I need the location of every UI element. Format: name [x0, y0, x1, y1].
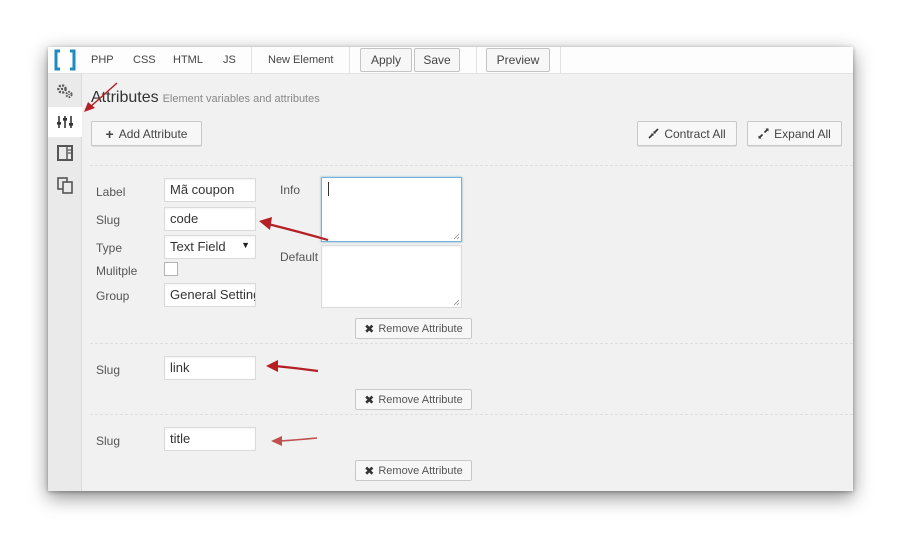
sidebar-item-copy[interactable]: [48, 170, 82, 200]
save-button[interactable]: Save: [414, 48, 460, 72]
default-textarea[interactable]: [321, 245, 462, 308]
expand-icon: [758, 128, 769, 139]
resize-grip-icon[interactable]: [453, 299, 460, 306]
remove-attribute-button[interactable]: ✖ Remove Attribute: [355, 460, 472, 481]
contract-all-button[interactable]: Contract All: [637, 121, 737, 146]
toolbar-divider: [560, 47, 561, 74]
type-label: Type: [96, 241, 123, 255]
slug-input[interactable]: title: [164, 427, 256, 451]
main-panel: Attributes Element variables and attribut…: [82, 74, 853, 491]
info-textarea[interactable]: [321, 177, 462, 242]
contract-icon: [648, 128, 659, 139]
remove-attribute-label: Remove Attribute: [378, 322, 463, 335]
page-title-text: Attributes: [91, 89, 159, 106]
top-toolbar: PHP CSS HTML JS New Element Apply Save P…: [48, 47, 853, 74]
close-icon: ✖: [364, 321, 375, 336]
add-attribute-button[interactable]: + Add Attribute: [91, 121, 202, 146]
multiple-checkbox[interactable]: [164, 262, 178, 276]
divider: [90, 414, 853, 415]
layout-icon: [57, 145, 73, 161]
sliders-icon: [57, 116, 73, 128]
apply-button[interactable]: Apply: [360, 48, 412, 72]
sidebar-item-layout[interactable]: [48, 138, 82, 168]
type-select[interactable]: Text Field ▼: [164, 235, 256, 259]
sidebar-item-attributes[interactable]: [48, 107, 82, 137]
sidebar: [48, 74, 82, 491]
remove-attribute-label: Remove Attribute: [378, 393, 463, 406]
page-title: Attributes Element variables and attribut…: [91, 89, 320, 107]
close-icon: ✖: [364, 392, 375, 407]
caret-down-icon: ▼: [241, 240, 250, 250]
toolbar-divider: [349, 47, 350, 74]
close-icon: ✖: [364, 463, 375, 478]
info-label: Info: [280, 183, 301, 197]
label-input[interactable]: Mã coupon: [164, 178, 256, 202]
tab-html[interactable]: HTML: [173, 54, 203, 66]
tab-php[interactable]: PHP: [91, 54, 114, 66]
resize-grip-icon[interactable]: [453, 233, 460, 240]
remove-attribute-button[interactable]: ✖ Remove Attribute: [355, 389, 472, 410]
brackets-logo-icon: [54, 49, 76, 71]
add-attribute-label: Add Attribute: [118, 126, 188, 141]
slug-input[interactable]: code: [164, 207, 256, 231]
text-cursor: [328, 182, 329, 196]
group-label: Group: [96, 289, 130, 303]
sidebar-item-settings[interactable]: [48, 76, 82, 106]
type-select-value: Text Field: [170, 239, 226, 254]
expand-all-button[interactable]: Expand All: [747, 121, 842, 146]
toolbar-divider: [251, 47, 252, 74]
divider: [90, 343, 853, 344]
preview-button[interactable]: Preview: [486, 48, 550, 72]
tab-js[interactable]: JS: [223, 54, 236, 66]
default-label: Default: [280, 250, 319, 264]
gears-icon: [57, 84, 73, 99]
label-label: Label: [96, 185, 126, 199]
slug-label: Slug: [96, 363, 121, 377]
remove-attribute-label: Remove Attribute: [378, 464, 463, 477]
expand-all-label: Expand All: [774, 126, 831, 141]
plus-icon: +: [105, 125, 114, 142]
tab-new-element[interactable]: New Element: [268, 54, 333, 66]
slug-label: Slug: [96, 434, 121, 448]
toolbar-divider: [476, 47, 477, 74]
divider: [90, 165, 853, 166]
slug-label: Slug: [96, 213, 121, 227]
remove-attribute-button[interactable]: ✖ Remove Attribute: [355, 318, 472, 339]
contract-all-label: Contract All: [664, 126, 726, 141]
tab-css[interactable]: CSS: [133, 54, 156, 66]
copy-icon: [57, 177, 73, 194]
editor-window: PHP CSS HTML JS New Element Apply Save P…: [48, 47, 853, 491]
slug-input[interactable]: link: [164, 356, 256, 380]
multiple-label: Mulitple: [96, 264, 138, 278]
group-input[interactable]: General Settings: [164, 283, 256, 307]
page-subtitle: Element variables and attributes: [162, 93, 320, 105]
